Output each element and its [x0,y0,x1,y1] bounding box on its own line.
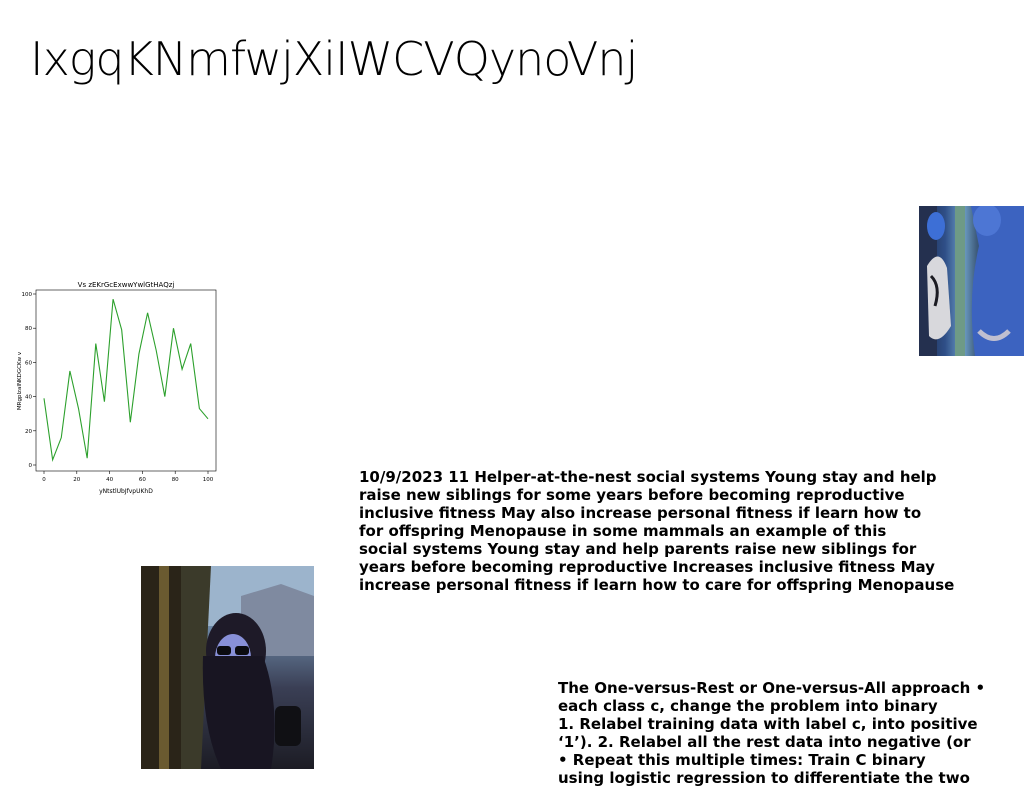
paragraph-line: inclusive fitness May also increase pers… [359,504,922,522]
x-tick-label: 60 [139,477,146,483]
paragraph-line: each class c, change the problem into bi… [558,697,938,715]
paragraph-one-vs-rest: The One-versus-Rest or One-versus-All ap… [558,679,985,787]
chart-ylabel: MRgpIzaINKDGCKw v [17,351,23,410]
paragraph-line: years before becoming reproductive Incre… [359,558,935,576]
y-tick-label: 0 [29,463,33,469]
paragraph-line: 10/9/2023 11 Helper-at-the-nest social s… [359,468,937,486]
x-tick-label: 0 [42,477,46,483]
paragraph-line: The One-versus-Rest or One-versus-All ap… [558,679,986,697]
photo-blue-figures [919,206,1024,356]
paragraph-line: using logistic regression to differentia… [558,769,970,787]
line-chart: Vs zEKrGcExwwYwlGtHAQzj 0 20 40 60 80 100 0 20 4… [10,276,225,498]
y-tick-label: 80 [25,326,32,332]
paragraph-line: • Repeat this multiple times: Train C bi… [558,751,926,769]
paragraph-line: ‘1’). 2. Relabel all the rest data into … [558,733,971,751]
y-tick-label: 100 [22,292,33,298]
chart-marks: 0 20 40 60 80 100 0 20 40 60 80 100 [22,292,214,483]
x-tick-label: 20 [73,477,80,483]
chart-xlabel: yNtstlUbJfvpUKhD [99,488,153,495]
y-tick-label: 60 [25,360,32,366]
x-tick-label: 40 [106,477,113,483]
paragraph-line: raise new siblings for some years before… [359,486,905,504]
chart-svg: Vs zEKrGcExwwYwlGtHAQzj 0 20 40 60 80 100 0 20 4… [17,281,217,495]
x-tick-label: 100 [203,477,214,483]
page-title: IxgqKNmfwjXiIWCVQynoVnj [30,32,638,86]
y-tick-label: 40 [25,395,32,401]
chart-title: Vs zEKrGcExwwYwlGtHAQzj [78,281,175,289]
y-tick-label: 20 [25,429,32,435]
series-line [43,298,209,463]
paragraph-line: 1. Relabel training data with label c, i… [558,715,978,733]
photo-woman-in-car [141,566,314,769]
paragraph-helper-at-nest: 10/9/2023 11 Helper-at-the-nest social s… [359,468,954,594]
paragraph-line: increase personal fitness if learn how t… [359,576,955,594]
x-tick-label: 80 [172,477,179,483]
paragraph-line: social systems Young stay and help paren… [359,540,917,558]
paragraph-line: for offspring Menopause in some mammals … [359,522,887,540]
